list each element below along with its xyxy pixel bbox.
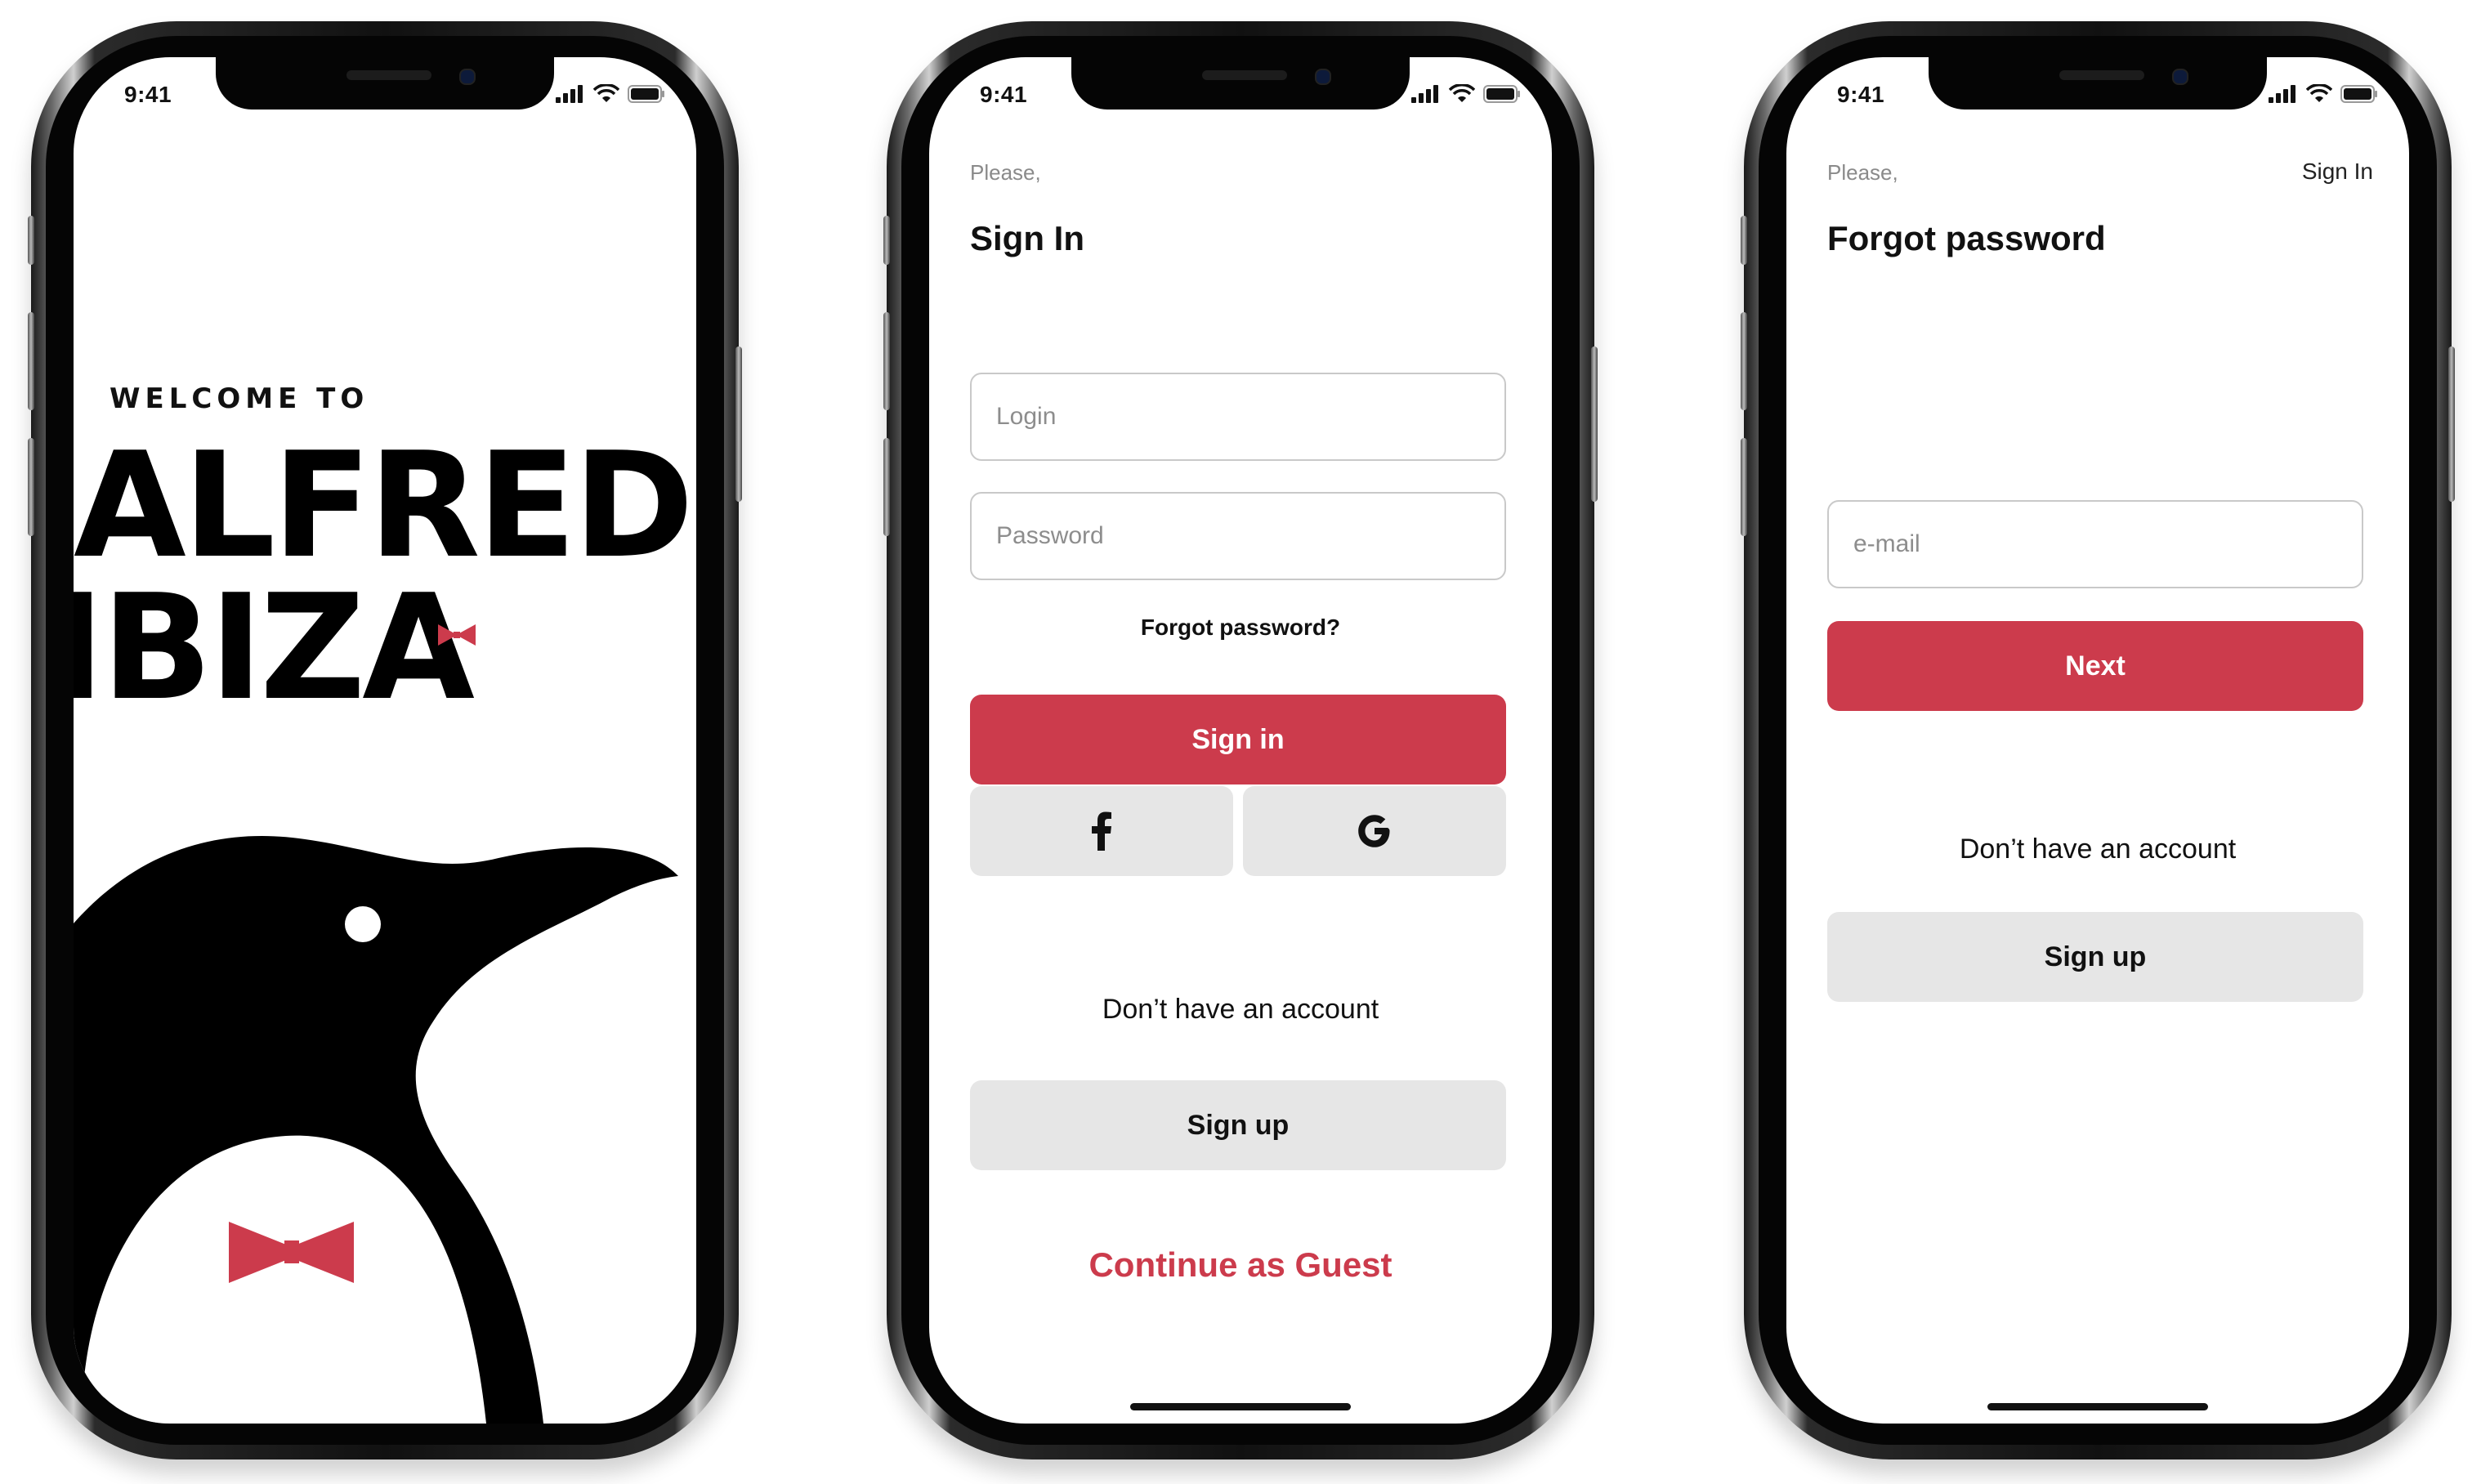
battery-icon [628,85,664,103]
email-input[interactable] [1827,500,2363,588]
wifi-icon [2306,84,2332,102]
welcome-screen: 9:41 WELCOME TO ALFRED IBIZA [74,57,696,1424]
facebook-icon [1092,811,1111,851]
greeting-text: Please, [1827,160,1898,185]
signal-icon [556,85,583,103]
power-button [2448,346,2455,502]
phone-forgot-password: 9:41 Please, Sign In Forgot password Nex… [1741,21,2455,1459]
status-time: 9:41 [1837,82,1885,107]
mute-switch [28,216,34,265]
home-indicator[interactable] [1987,1403,2208,1410]
page-title: Sign In [970,219,1084,257]
power-button [735,346,742,502]
sign-up-button[interactable]: Sign up [1827,912,2363,1002]
welcome-subtitle: WELCOME TO [110,382,369,415]
notch [1071,57,1410,110]
page-title: Forgot password [1827,219,2106,257]
status-time: 9:41 [124,82,172,107]
battery-icon [2340,85,2377,103]
status-time: 9:41 [980,82,1028,107]
next-button[interactable]: Next [1827,621,2363,711]
google-login-button[interactable] [1243,786,1506,876]
login-input[interactable] [970,373,1506,461]
notch [216,57,554,110]
status-icons [2269,82,2378,106]
brand-line-alfred: ALFRED [74,421,694,590]
penguin-eye [345,906,381,942]
no-account-text: Don’t have an account [1959,834,2237,865]
bow-tie-small-icon [438,624,476,646]
continue-as-guest-link[interactable]: Continue as Guest [929,1245,1552,1285]
penguin-illustration [74,836,678,1424]
mute-switch [883,216,890,265]
wifi-icon [593,84,619,102]
password-input[interactable] [970,492,1506,580]
battery-icon [1483,85,1520,103]
forgot-password-screen: 9:41 Please, Sign In Forgot password Nex… [1786,57,2409,1424]
status-icons [1411,82,1521,106]
signal-icon [1411,85,1438,103]
mute-switch [1741,216,1747,265]
sign-up-button[interactable]: Sign up [970,1080,1506,1170]
phone-welcome: 9:41 WELCOME TO ALFRED IBIZA [28,21,742,1459]
wifi-icon [1449,84,1475,102]
volume-down-button [1741,438,1747,536]
phone-sign-in: 9:41 Please, Sign In Forgot password? Si… [883,21,1598,1459]
facebook-login-button[interactable] [970,786,1233,876]
notch [1929,57,2267,110]
status-icons [556,82,665,106]
volume-up-button [883,312,890,410]
sign-in-screen: 9:41 Please, Sign In Forgot password? Si… [929,57,1552,1424]
sign-in-button[interactable]: Sign in [970,695,1506,784]
volume-down-button [883,438,890,536]
volume-up-button [1741,312,1747,410]
greeting-text: Please, [970,160,1041,185]
brand-line-ibiza: IBIZA [74,563,475,732]
sign-in-link[interactable]: Sign In [2302,159,2373,185]
forgot-password-link[interactable]: Forgot password? [929,615,1552,641]
volume-down-button [28,438,34,536]
home-indicator[interactable] [1130,1403,1351,1410]
no-account-text: Don’t have an account [1102,994,1379,1025]
signal-icon [2269,85,2295,103]
power-button [1591,346,1598,502]
google-icon [1358,815,1390,847]
volume-up-button [28,312,34,410]
